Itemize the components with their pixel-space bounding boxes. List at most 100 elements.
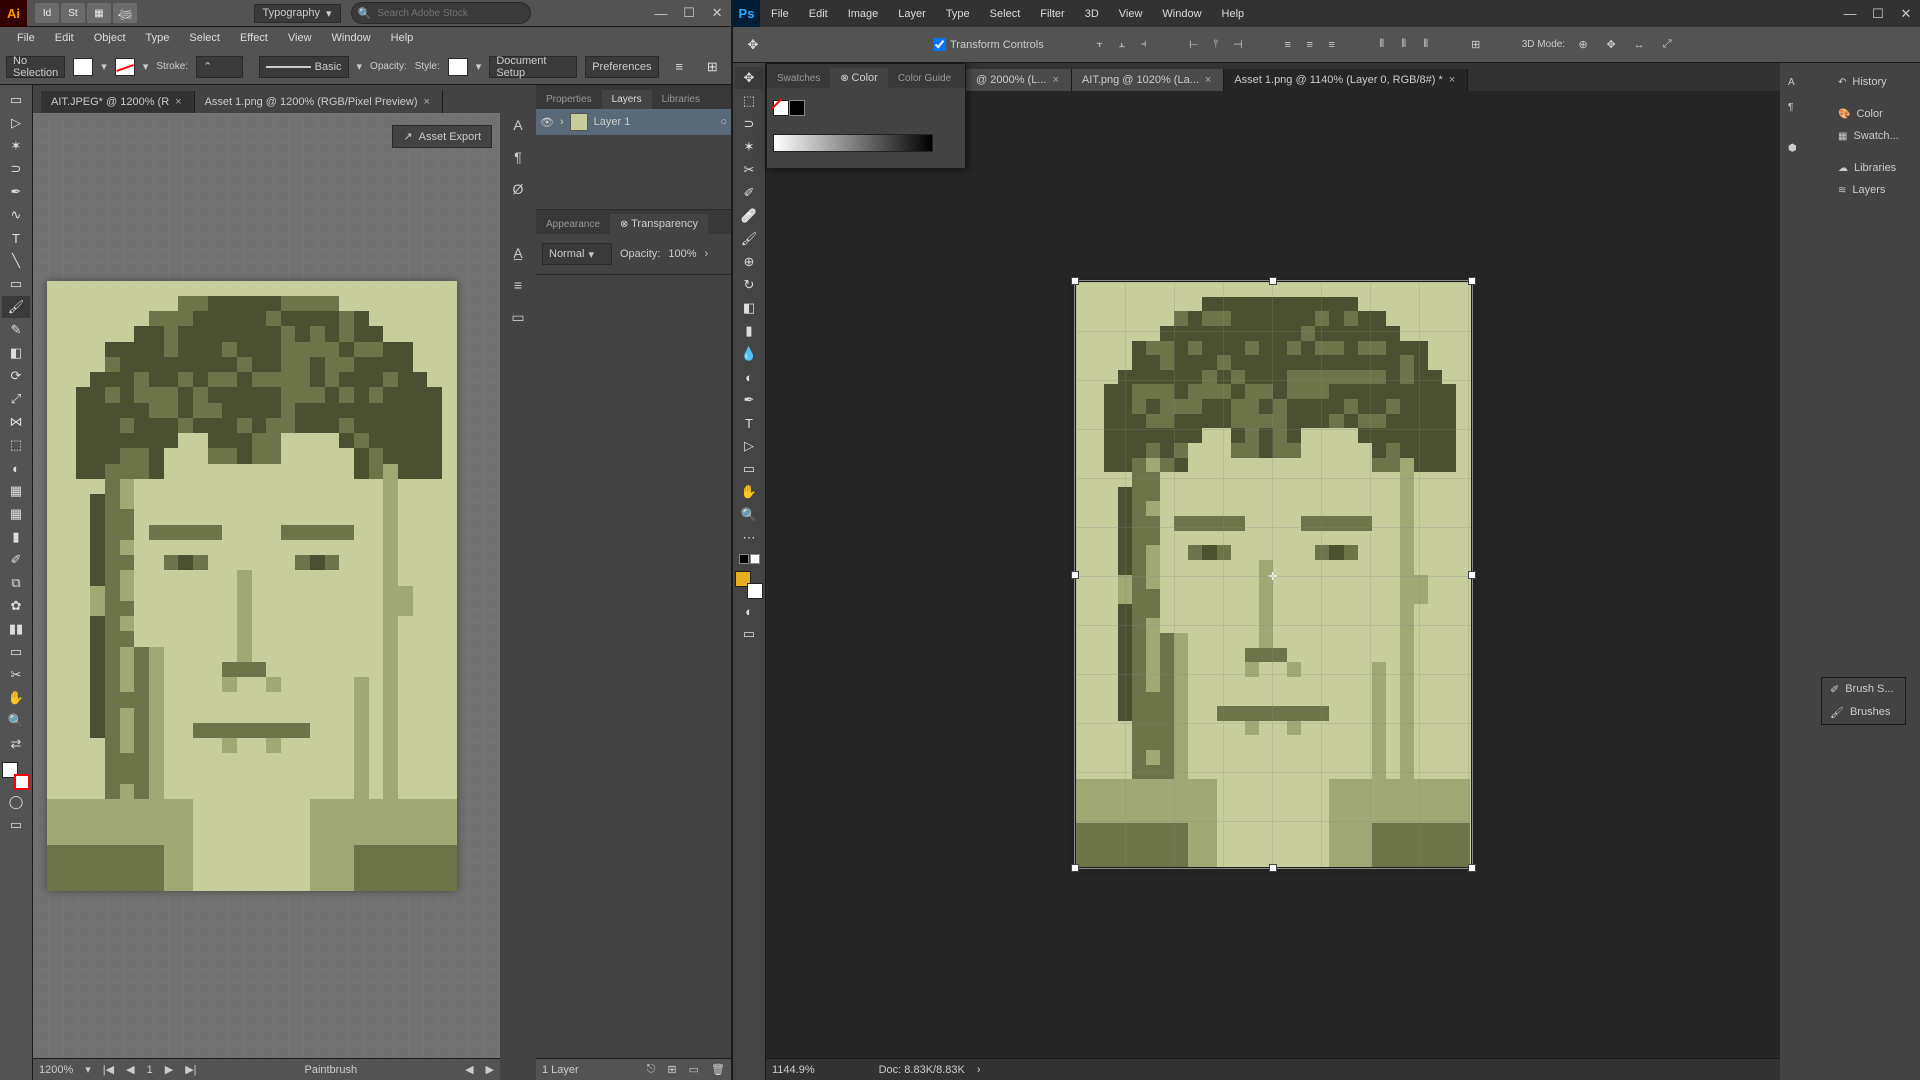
menu-type[interactable]: Type	[937, 5, 979, 23]
auto-align-icon[interactable]: ⊞	[1466, 35, 1486, 55]
line-tool[interactable]: ╲	[2, 250, 30, 272]
new-sublayer-icon[interactable]: ⊞	[667, 1063, 676, 1076]
tab-asset-1[interactable]: Asset 1.png @ 1200% (RGB/Pixel Preview)×	[195, 91, 443, 113]
swatches-panel[interactable]: ▦ Swatch...	[1830, 125, 1920, 147]
lasso-tool[interactable]: ⊃	[2, 158, 30, 180]
menu-effect[interactable]: Effect	[231, 29, 277, 47]
para-styles-icon[interactable]: ≡	[507, 275, 529, 295]
quick-mask-icon[interactable]: ◐	[735, 600, 763, 622]
chevron-down-icon[interactable]: ▾	[143, 60, 149, 73]
rectangle-tool[interactable]: ▭	[735, 458, 763, 480]
blend-mode-dropdown[interactable]: Normal ▾	[542, 243, 612, 265]
tab-doc-2000[interactable]: @ 2000% (L...×	[966, 69, 1072, 91]
type-tool[interactable]: T	[2, 227, 30, 249]
gradient-tool[interactable]: ▮	[735, 320, 763, 342]
rectangle-tool[interactable]: ▭	[2, 273, 30, 295]
zoom-tool[interactable]: 🔍	[735, 504, 763, 526]
color-tab[interactable]: ⊗ Color	[830, 68, 887, 88]
menu-window[interactable]: Window	[323, 29, 380, 47]
shape-builder-tool[interactable]: ◐	[2, 457, 30, 479]
scroll-right-icon[interactable]: ▶	[486, 1063, 494, 1076]
fill-stroke-swap[interactable]: ⇄	[2, 733, 30, 755]
close-icon[interactable]: ×	[1052, 74, 1058, 86]
menu-image[interactable]: Image	[839, 5, 888, 23]
ai-canvas[interactable]: ↗ Asset Export	[33, 113, 500, 1058]
distribute-right-icon[interactable]: ⦀	[1416, 35, 1436, 55]
transform-center-icon[interactable]: ✛	[1268, 570, 1278, 580]
selection-tool[interactable]: ▭	[2, 89, 30, 111]
tab-asset-1-active[interactable]: Asset 1.png @ 1140% (Layer 0, RGB/8#) *×	[1224, 69, 1468, 91]
history-brush-tool[interactable]: ↻	[735, 274, 763, 296]
edit-toolbar-icon[interactable]: ⋯	[735, 527, 763, 549]
glyphs-panel-icon[interactable]: Ø	[507, 179, 529, 199]
crop-tool[interactable]: ✂	[735, 159, 763, 181]
color-panel[interactable]: 🎨 Color	[1830, 103, 1920, 125]
menu-select[interactable]: Select	[981, 5, 1030, 23]
document-setup-button[interactable]: Document Setup	[489, 56, 577, 78]
arrange-icon[interactable]: ▦	[87, 3, 111, 23]
locate-icon[interactable]: ⎋	[647, 1063, 656, 1076]
minimize-button[interactable]: —	[1836, 3, 1864, 25]
menu-type[interactable]: Type	[137, 29, 179, 47]
color-swatches[interactable]	[773, 100, 805, 116]
lasso-tool[interactable]: ⊃	[735, 113, 763, 135]
close-icon[interactable]: ×	[424, 96, 430, 108]
libraries-tab[interactable]: Libraries	[652, 90, 710, 109]
layers-tab[interactable]: Layers	[602, 90, 652, 109]
menu-filter[interactable]: Filter	[1031, 5, 1073, 23]
distribute-vcenter-icon[interactable]: ≡	[1300, 35, 1320, 55]
bridge-icon[interactable]: Id	[35, 3, 59, 23]
column-graph-tool[interactable]: ▮▮	[2, 618, 30, 640]
nav-next-icon[interactable]: ▶	[165, 1063, 173, 1076]
handle-br[interactable]	[1468, 864, 1476, 872]
artboards-panel-icon[interactable]: ▭	[507, 307, 529, 327]
zoom-tool[interactable]: 🔍	[2, 710, 30, 732]
handle-bl[interactable]	[1071, 864, 1079, 872]
menu-edit[interactable]: Edit	[800, 5, 837, 23]
color-guide-tab[interactable]: Color Guide	[888, 69, 961, 88]
blend-tool[interactable]: ⧉	[2, 572, 30, 594]
transform-controls-checkbox[interactable]: Transform Controls	[933, 38, 1044, 51]
chevron-down-icon[interactable]: ▾	[101, 60, 107, 73]
stock-search[interactable]: 🔍	[351, 2, 531, 24]
appearance-tab[interactable]: Appearance	[536, 215, 610, 234]
brushes-panel[interactable]: 🖌 Brushes	[1822, 701, 1905, 724]
3d-pan-icon[interactable]: ✥	[1601, 35, 1621, 55]
info-arrow-icon[interactable]: ›	[977, 1064, 981, 1076]
rotate-tool[interactable]: ⟳	[2, 365, 30, 387]
layer-name[interactable]: Layer 1	[594, 116, 631, 128]
healing-brush-tool[interactable]: 🩹	[735, 205, 763, 227]
swatches-tab[interactable]: Swatches	[767, 69, 830, 88]
zoom-level[interactable]: 1144.9%	[772, 1064, 815, 1076]
align-hcenter-icon[interactable]: ⫯	[1206, 35, 1226, 55]
align-vcenter-icon[interactable]: ⫠	[1112, 35, 1132, 55]
color-floating-panel[interactable]: Swatches ⊗ Color Color Guide	[766, 63, 966, 169]
stock-icon[interactable]: St	[61, 3, 85, 23]
menu-select[interactable]: Select	[180, 29, 229, 47]
chevron-down-icon[interactable]: ▾	[476, 60, 482, 73]
hand-tool[interactable]: ✋	[735, 481, 763, 503]
history-panel[interactable]: ↶ History	[1830, 71, 1920, 93]
perspective-tool[interactable]: ▦	[2, 480, 30, 502]
menu-file[interactable]: File	[8, 29, 44, 47]
menu-help[interactable]: Help	[1213, 5, 1254, 23]
stroke-style[interactable]: Basic	[259, 56, 349, 78]
scale-tool[interactable]: ⤢	[2, 388, 30, 410]
menu-edit[interactable]: Edit	[46, 29, 83, 47]
menu-view[interactable]: View	[1110, 5, 1152, 23]
chevron-down-icon[interactable]: ▾	[357, 60, 363, 73]
slice-tool[interactable]: ✂	[2, 664, 30, 686]
close-button[interactable]: ✕	[1892, 3, 1920, 25]
symbol-sprayer-tool[interactable]: ✿	[2, 595, 30, 617]
fill-stroke-indicator[interactable]	[2, 762, 30, 790]
gradient-tool[interactable]: ▮	[2, 526, 30, 548]
gradient-ramp[interactable]	[773, 134, 933, 152]
menu-layer[interactable]: Layer	[889, 5, 935, 23]
chevron-down-icon[interactable]: ▾	[85, 1063, 91, 1076]
close-button[interactable]: ✕	[703, 2, 731, 24]
handle-tc[interactable]	[1269, 277, 1277, 285]
transform-bounding-box[interactable]: ✛	[1074, 280, 1473, 869]
pen-tool[interactable]: ✒	[2, 181, 30, 203]
align-bottom-icon[interactable]: ⫞	[1134, 35, 1154, 55]
close-icon[interactable]: ×	[1449, 74, 1455, 86]
